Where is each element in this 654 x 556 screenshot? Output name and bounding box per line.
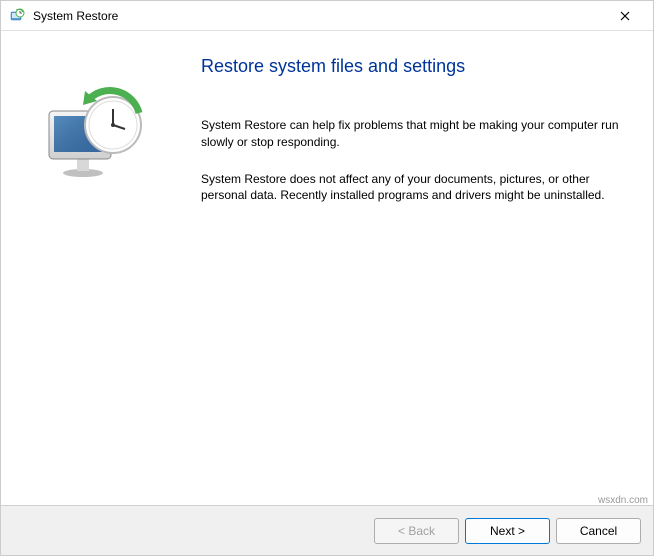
close-button[interactable] xyxy=(605,2,645,30)
main-panel: Restore system files and settings System… xyxy=(181,31,653,505)
cancel-button[interactable]: Cancel xyxy=(556,518,641,544)
close-icon xyxy=(620,11,630,21)
content-area: Restore system files and settings System… xyxy=(1,31,653,505)
sidebar-panel xyxy=(1,31,181,505)
next-button[interactable]: Next > xyxy=(465,518,550,544)
system-restore-large-icon xyxy=(41,81,141,181)
intro-paragraph-1: System Restore can help fix problems tha… xyxy=(201,117,623,151)
window-title: System Restore xyxy=(33,9,605,23)
intro-paragraph-2: System Restore does not affect any of yo… xyxy=(201,171,623,205)
page-heading: Restore system files and settings xyxy=(201,56,623,77)
system-restore-window: System Restore xyxy=(0,0,654,556)
titlebar: System Restore xyxy=(1,1,653,31)
watermark-text: wsxdn.com xyxy=(598,495,648,506)
back-button: < Back xyxy=(374,518,459,544)
system-restore-icon xyxy=(9,8,25,24)
wizard-footer: < Back Next > Cancel xyxy=(1,505,653,555)
